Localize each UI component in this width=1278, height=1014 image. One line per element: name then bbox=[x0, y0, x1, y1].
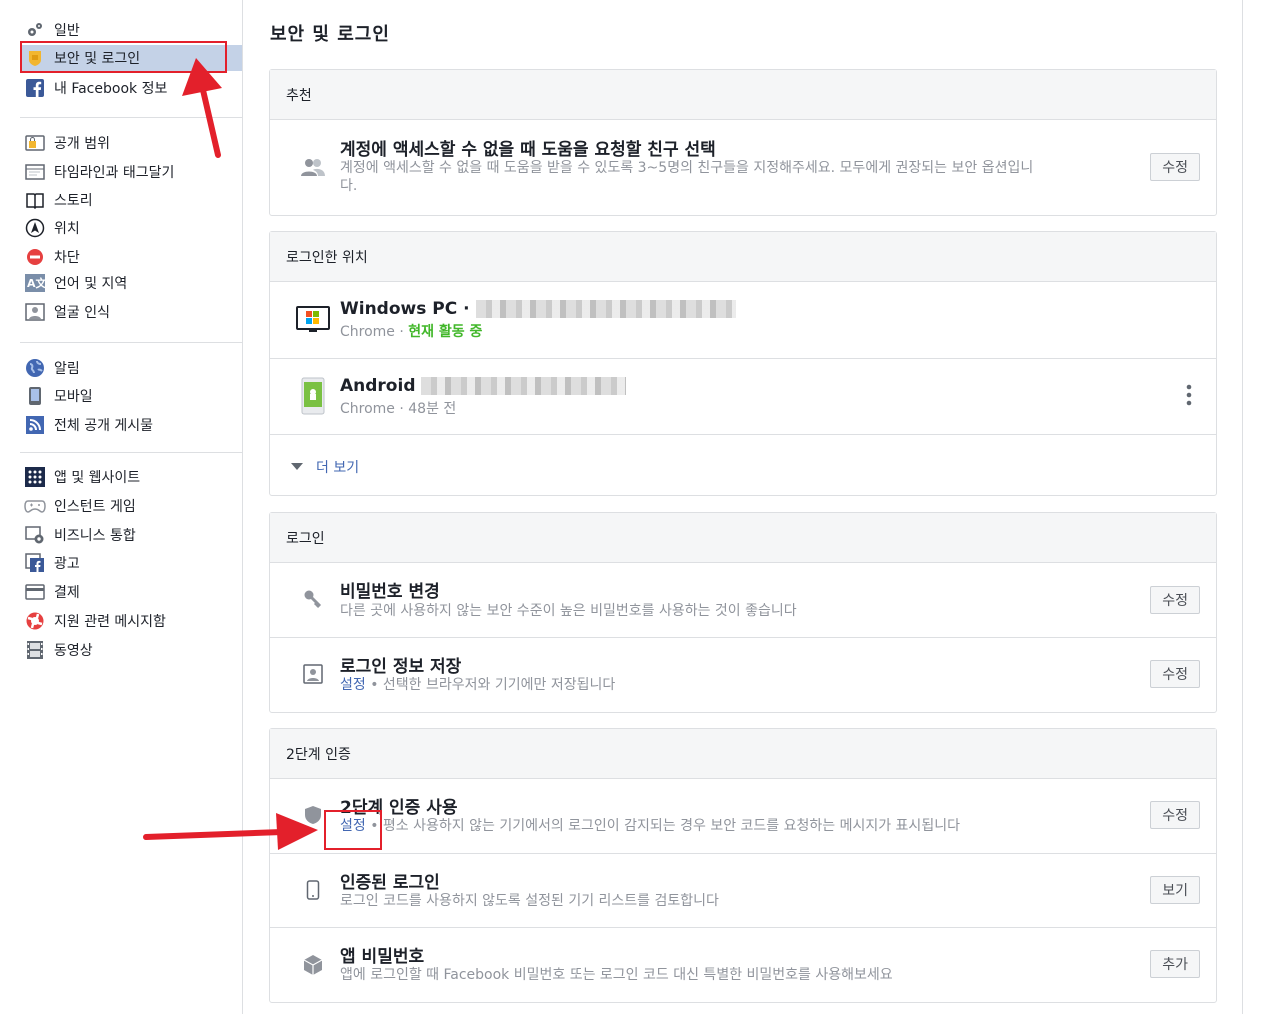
annotation-arrows bbox=[143, 58, 318, 850]
annotation-arrow-settings bbox=[143, 813, 318, 850]
annotation-arrow-sidebar bbox=[182, 58, 222, 158]
